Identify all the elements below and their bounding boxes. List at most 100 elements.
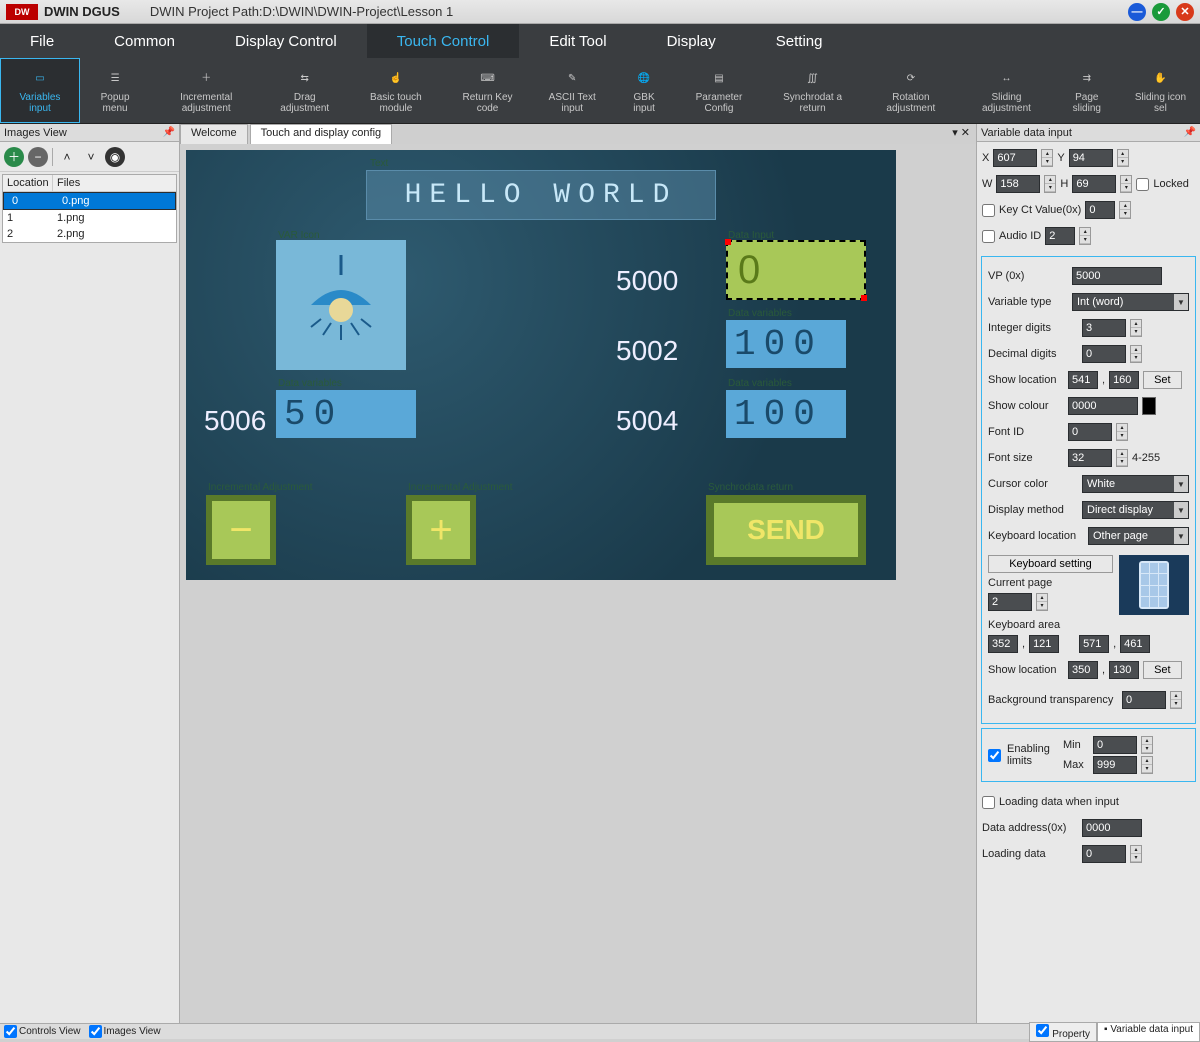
ribbon-variables-input[interactable]: ▭Variables input: [0, 58, 80, 123]
ribbon-gbk-input[interactable]: 🌐GBK input: [614, 58, 674, 123]
showloc-set-button[interactable]: Set: [1143, 371, 1182, 389]
kb-showloc-set-button[interactable]: Set: [1143, 661, 1182, 679]
h-spinner[interactable]: ▴▾: [1120, 175, 1132, 193]
menu-touch-control[interactable]: Touch Control: [367, 24, 520, 58]
col-location: Location: [3, 175, 53, 191]
fontid-input[interactable]: 0: [1068, 423, 1112, 441]
vartype-label: Variable type: [988, 296, 1068, 308]
menu-file[interactable]: File: [0, 33, 84, 50]
h-input[interactable]: 69: [1072, 175, 1116, 193]
tab-touch-config[interactable]: Touch and display config: [250, 124, 392, 144]
decrement-button[interactable]: −: [206, 495, 276, 565]
send-button[interactable]: SEND: [706, 495, 866, 565]
image-row-0[interactable]: 00.png: [3, 192, 176, 210]
menu-edit-tool[interactable]: Edit Tool: [519, 33, 636, 50]
audio-input[interactable]: 2: [1045, 227, 1075, 245]
kbarea-y2[interactable]: 461: [1120, 635, 1150, 653]
maximize-icon[interactable]: ✓: [1152, 3, 1170, 21]
pin-icon[interactable]: 📌: [163, 127, 175, 138]
enabling-limits-checkbox[interactable]: [988, 749, 1001, 762]
controls-view-toggle[interactable]: [4, 1025, 17, 1038]
image-row-1[interactable]: 11.png: [3, 210, 176, 226]
kb-showloc-x[interactable]: 350: [1068, 661, 1098, 679]
hello-world-text[interactable]: HELLO WORLD: [366, 170, 716, 220]
rotate-icon: ⟳: [900, 68, 922, 90]
intdig-input[interactable]: 3: [1082, 319, 1126, 337]
move-up-button[interactable]: ˄: [57, 147, 77, 167]
data-input-widget-selected[interactable]: 0: [726, 240, 866, 300]
loaddata-input[interactable]: 0: [1082, 845, 1126, 863]
images-view-toggle[interactable]: [89, 1025, 102, 1038]
max-input[interactable]: 999: [1093, 756, 1137, 774]
var-icon-widget[interactable]: [276, 240, 406, 370]
keyct-checkbox[interactable]: [982, 204, 995, 217]
ribbon-basic-touch[interactable]: ☝Basic touch module: [347, 58, 444, 123]
minimize-icon[interactable]: —: [1128, 3, 1146, 21]
menu-display[interactable]: Display: [637, 33, 746, 50]
w-input[interactable]: 158: [996, 175, 1040, 193]
showcolor-input[interactable]: 0000: [1068, 397, 1138, 415]
menu-setting[interactable]: Setting: [746, 33, 853, 50]
vp-5004-label: 5004: [616, 405, 678, 437]
ribbon-rotation-adjustment[interactable]: ⟳Rotation adjustment: [862, 58, 961, 123]
kbarea-y1[interactable]: 121: [1029, 635, 1059, 653]
kbloc-label: Keyboard location: [988, 530, 1084, 542]
showloc-x[interactable]: 541: [1068, 371, 1098, 389]
close-icon[interactable]: ✕: [1176, 3, 1194, 21]
images-view-label: Images View: [104, 1026, 161, 1037]
ribbon-drag-adjustment[interactable]: ⇆Drag adjustment: [262, 58, 347, 123]
remove-image-button[interactable]: −: [28, 147, 48, 167]
ribbon-incremental-adjustment[interactable]: ＋Incremental adjustment: [150, 58, 262, 123]
audio-checkbox[interactable]: [982, 230, 995, 243]
add-image-button[interactable]: ＋: [4, 147, 24, 167]
kbarea-x2[interactable]: 571: [1079, 635, 1109, 653]
menu-common[interactable]: Common: [84, 33, 205, 50]
ribbon-return-key[interactable]: ⌨Return Key code: [445, 58, 531, 123]
min-input[interactable]: 0: [1093, 736, 1137, 754]
locked-checkbox[interactable]: [1136, 178, 1149, 191]
data-var-5006[interactable]: 50: [276, 390, 416, 438]
image-row-2[interactable]: 22.png: [3, 226, 176, 242]
kb-showloc-y[interactable]: 130: [1109, 661, 1139, 679]
ribbon-parameter-config[interactable]: ▤Parameter Config: [674, 58, 763, 123]
ribbon-synchrodata[interactable]: ∭Synchrodat a return: [764, 58, 862, 123]
menu-display-control[interactable]: Display Control: [205, 33, 367, 50]
tab-dropdown-icon[interactable]: ▾ ✕: [946, 124, 976, 144]
tab-welcome[interactable]: Welcome: [180, 124, 248, 144]
bgtrans-input[interactable]: 0: [1122, 691, 1166, 709]
curpage-input[interactable]: 2: [988, 593, 1032, 611]
keyct-input[interactable]: 0: [1085, 201, 1115, 219]
preview-button[interactable]: ◉: [105, 147, 125, 167]
cursor-select[interactable]: White▼: [1082, 475, 1189, 493]
ribbon-sliding-adjustment[interactable]: ↔Sliding adjustment: [960, 58, 1052, 123]
keyboard-setting-button[interactable]: Keyboard setting: [988, 555, 1113, 573]
move-down-button[interactable]: ˅: [81, 147, 101, 167]
dataaddr-input[interactable]: 0000: [1082, 819, 1142, 837]
color-swatch[interactable]: [1142, 397, 1156, 415]
w-spinner[interactable]: ▴▾: [1044, 175, 1056, 193]
data-var-5004[interactable]: 100: [726, 390, 846, 438]
y-input[interactable]: 94: [1069, 149, 1113, 167]
decdig-input[interactable]: 0: [1082, 345, 1126, 363]
pin-icon-right[interactable]: 📌: [1184, 127, 1196, 138]
y-spinner[interactable]: ▴▾: [1117, 149, 1129, 167]
vp-input[interactable]: 5000: [1072, 267, 1162, 285]
kbloc-select[interactable]: Other page▼: [1088, 527, 1189, 545]
x-input[interactable]: 607: [993, 149, 1037, 167]
vartype-select[interactable]: Int (word)▼: [1072, 293, 1189, 311]
ribbon-popup-menu[interactable]: ☰Popup menu: [80, 58, 150, 123]
ribbon-page-sliding[interactable]: ⇉Page sliding: [1053, 58, 1121, 123]
overlay-sync-label: Synchrodata return: [708, 482, 793, 493]
loading-data-checkbox[interactable]: [982, 796, 995, 809]
kbarea-x1[interactable]: 352: [988, 635, 1018, 653]
design-canvas[interactable]: Text HELLO WORLD VAR Icon 5000 5002 5004…: [186, 150, 896, 580]
x-spinner[interactable]: ▴▾: [1041, 149, 1053, 167]
fontsize-input[interactable]: 32: [1068, 449, 1112, 467]
showloc-y[interactable]: 160: [1109, 371, 1139, 389]
overlay-text-label: Text: [370, 158, 388, 169]
ribbon-sliding-icon-sel[interactable]: ✋Sliding icon sel: [1121, 58, 1200, 123]
dispmethod-select[interactable]: Direct display▼: [1082, 501, 1189, 519]
increment-button[interactable]: +: [406, 495, 476, 565]
data-var-5002[interactable]: 100: [726, 320, 846, 368]
ribbon-ascii-text[interactable]: ✎ASCII Text input: [531, 58, 614, 123]
